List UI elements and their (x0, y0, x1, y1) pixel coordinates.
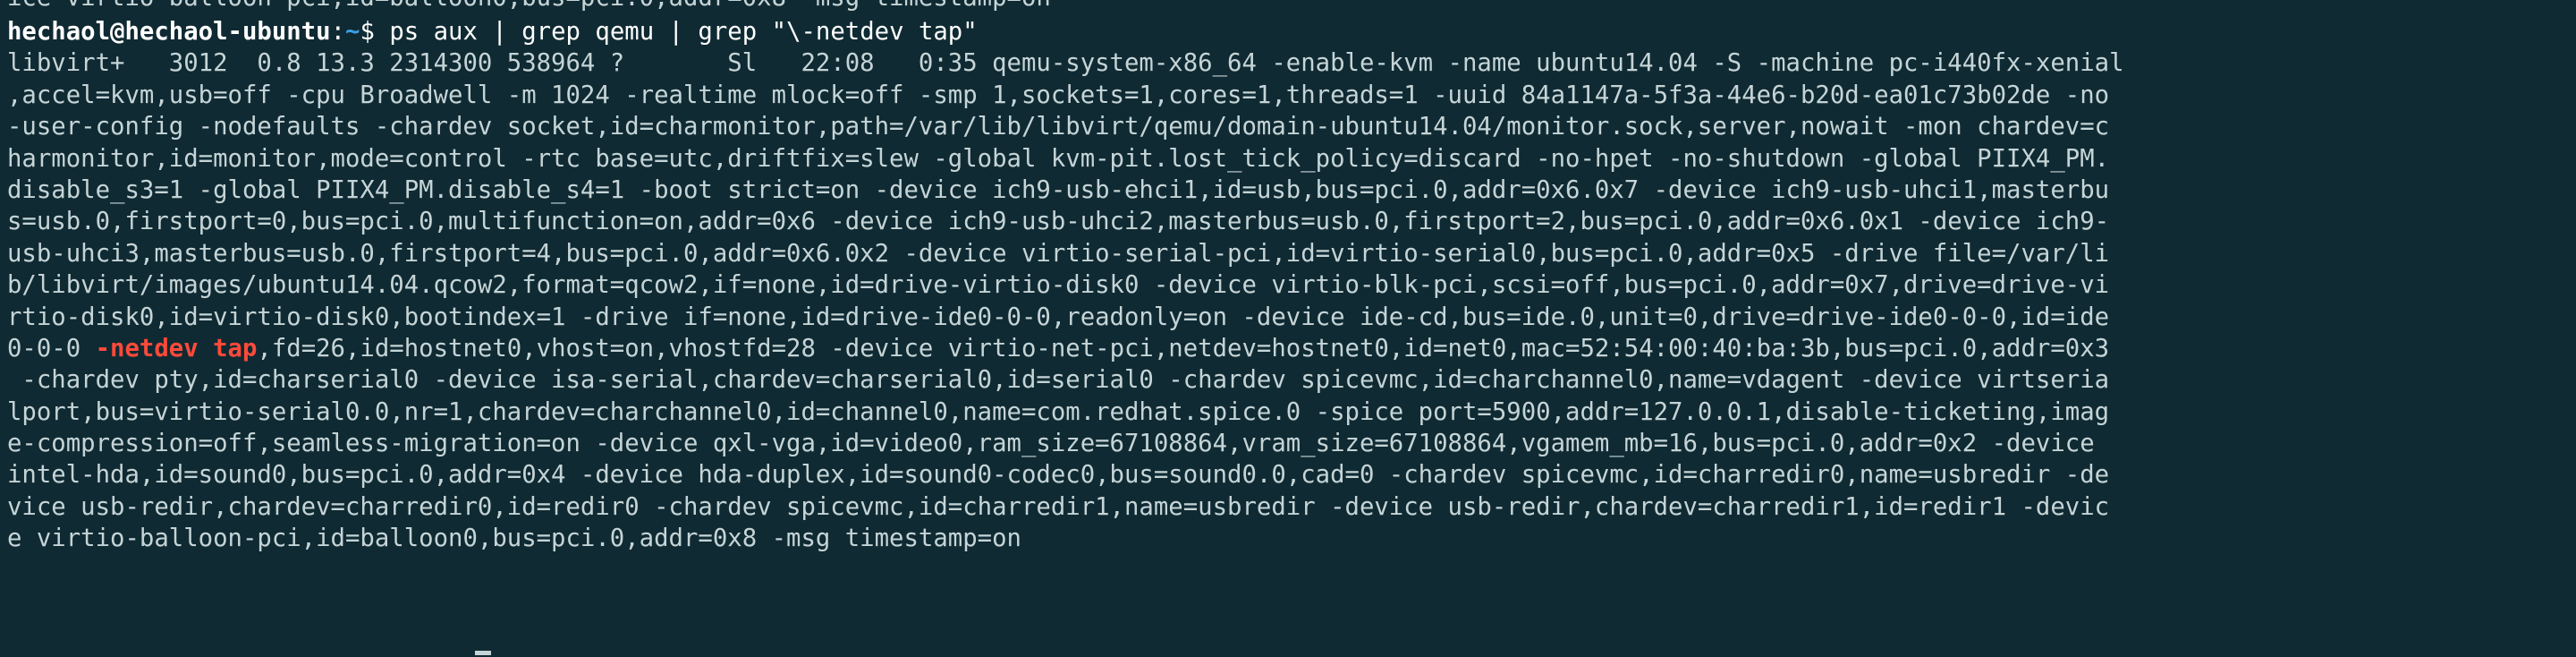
terminal-window[interactable]: ice virtio-balloon-pci,id=balloon0,bus=p… (0, 0, 2576, 657)
prompt-symbol: $ (360, 18, 390, 46)
output-line-suffix: ,fd=26,id=hostnet0,vhost=on,vhostfd=28 -… (257, 334, 2110, 363)
prompt-colon: : (330, 18, 345, 46)
grep-match-highlight: -netdev tap (95, 334, 258, 363)
prompt-path: ~ (345, 18, 360, 46)
output-line: harmonitor,id=monitor,mode=control -rtc … (7, 144, 2110, 173)
output-line: usb-uhci3,masterbus=usb.0,firstport=4,bu… (7, 239, 2110, 268)
terminal-buffer: hechaol@hechaol-ubuntu:~$ ps aux | grep … (7, 16, 2576, 555)
output-line: rtio-disk0,id=virtio-disk0,bootindex=1 -… (7, 303, 2110, 331)
output-line-prefix: 0-0-0 (7, 334, 96, 363)
output-line: b/libvirt/images/ubuntu14.04.qcow2,forma… (7, 271, 2110, 300)
output-line: libvirt+ 3012 0.8 13.3 2314300 538964 ? … (7, 49, 2124, 78)
output-line: vice usb-redir,chardev=charredir0,id=red… (7, 492, 2110, 521)
output-line: lport,bus=virtio-serial0.0,nr=1,chardev=… (7, 397, 2110, 426)
prompt-line: hechaol@hechaol-ubuntu:~$ ps aux | grep … (7, 16, 2576, 47)
output-line: intel-hda,id=sound0,bus=pci.0,addr=0x4 -… (7, 461, 2110, 490)
output-line: disable_s3=1 -global PIIX4_PM.disable_s4… (7, 175, 2110, 204)
command-text: ps aux | grep qemu | grep "\-netdev tap" (389, 18, 978, 46)
output-line-with-match: 0-0-0 -netdev tap,fd=26,id=hostnet0,vhos… (7, 333, 2576, 364)
previous-output-tail: ice virtio-balloon-pci,id=balloon0,bus=p… (7, 0, 1051, 13)
output-line: -chardev pty,id=charserial0 -device isa-… (7, 366, 2110, 395)
terminal-cursor (475, 651, 491, 655)
output-line: e-compression=off,seamless-migration=on … (7, 430, 2110, 458)
prompt-user-host: hechaol@hechaol-ubuntu (7, 18, 331, 46)
output-line: e virtio-balloon-pci,id=balloon0,bus=pci… (7, 525, 1021, 553)
output-line: -user-config -nodefaults -chardev socket… (7, 113, 2110, 141)
output-line: ,accel=kvm,usb=off -cpu Broadwell -m 102… (7, 81, 2110, 109)
output-line: s=usb.0,firstport=0,bus=pci.0,multifunct… (7, 208, 2110, 236)
